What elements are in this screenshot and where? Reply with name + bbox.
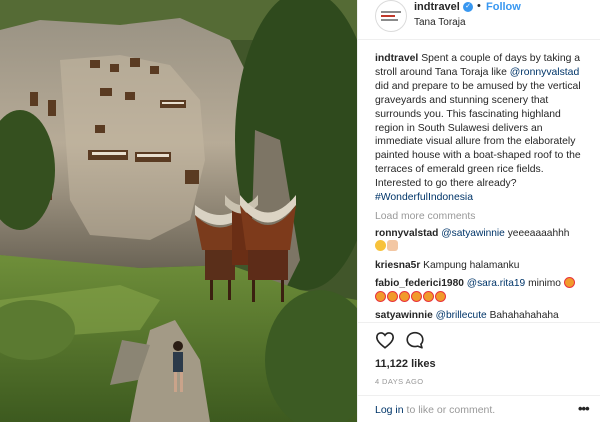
heart-eyes-emoji [435, 290, 446, 302]
load-more-comments-button[interactable]: Load more comments [375, 211, 589, 222]
heart-eyes-emoji [411, 290, 422, 302]
comment-username[interactable]: satyawinnie [375, 310, 433, 321]
comment-mention[interactable]: @satyawinnie [441, 228, 505, 239]
post-photo[interactable] [0, 0, 357, 422]
header-username[interactable]: indtravel [414, 1, 460, 13]
comment-item: satyawinnie @brillecute Bahahahahaha [375, 309, 589, 323]
comment-username[interactable]: ronnyvalstad [375, 228, 438, 239]
heart-eyes-emoji [387, 290, 398, 302]
login-prompt: Log in to like or comment. [375, 404, 495, 416]
login-link[interactable]: Log in [375, 404, 404, 416]
post-details-panel: indtravel ✓ • Follow Tana Toraja indtrav… [357, 0, 600, 422]
follow-button[interactable]: Follow [486, 1, 521, 13]
verified-badge-icon: ✓ [463, 2, 473, 12]
caption-mention[interactable]: @ronnyvalstad [510, 67, 579, 78]
header-separator: • [477, 0, 481, 12]
heart-eyes-emoji [375, 290, 386, 302]
comment-text: Kampung halamanku [423, 259, 520, 271]
comment-mention[interactable]: @brillecute [436, 310, 487, 321]
post-caption: indtravel Spent a couple of days by taki… [375, 52, 589, 205]
comment-text: yeeeaaaahhh [507, 227, 570, 239]
caption-text-2: did and prepare to be amused by the vert… [375, 80, 581, 190]
comment-item: kriesna5r Kampung halamanku [375, 259, 589, 273]
comment-username[interactable]: kriesna5r [375, 260, 420, 271]
comment-text: Bahahahahaha [489, 310, 559, 322]
avatar[interactable] [375, 0, 407, 32]
location-link[interactable]: Tana Toraja [414, 17, 466, 28]
indtravel-logo-icon [381, 11, 401, 21]
heart-eyes-emoji [423, 290, 434, 302]
tana-toraja-landscape-image [0, 0, 357, 422]
likes-count[interactable]: 11,122 likes [375, 358, 436, 370]
instagram-post: indtravel ✓ • Follow Tana Toraja indtrav… [0, 0, 600, 422]
post-footer: Log in to like or comment. ••• [358, 395, 600, 422]
comment-item: fabio_federici1980 @sara.rita19 minimo [375, 277, 589, 304]
post-timestamp: 4 DAYS AGO [375, 377, 424, 386]
comment-icon[interactable] [405, 331, 425, 349]
heart-icon[interactable] [375, 331, 395, 349]
heart-eyes-emoji [399, 290, 410, 302]
post-header: indtravel ✓ • Follow Tana Toraja [358, 0, 600, 40]
comment-text: minimo [528, 278, 561, 290]
comments-list: indtravel Spent a couple of days by taki… [375, 52, 589, 323]
comment-username[interactable]: fabio_federici1980 [375, 278, 464, 289]
more-options-icon[interactable]: ••• [578, 401, 590, 416]
comment-mention[interactable]: @sara.rita19 [467, 278, 525, 289]
pointing-hand-emoji [387, 240, 398, 252]
login-text: to like or comment. [406, 404, 496, 416]
caption-username[interactable]: indtravel [375, 53, 418, 64]
grinning-face-emoji [375, 240, 386, 252]
comment-item: ronnyvalstad @satyawinnie yeeeaaaahhh [375, 227, 589, 254]
heart-eyes-emoji [563, 277, 575, 289]
caption-hashtag[interactable]: #WonderfulIndonesia [375, 192, 473, 203]
